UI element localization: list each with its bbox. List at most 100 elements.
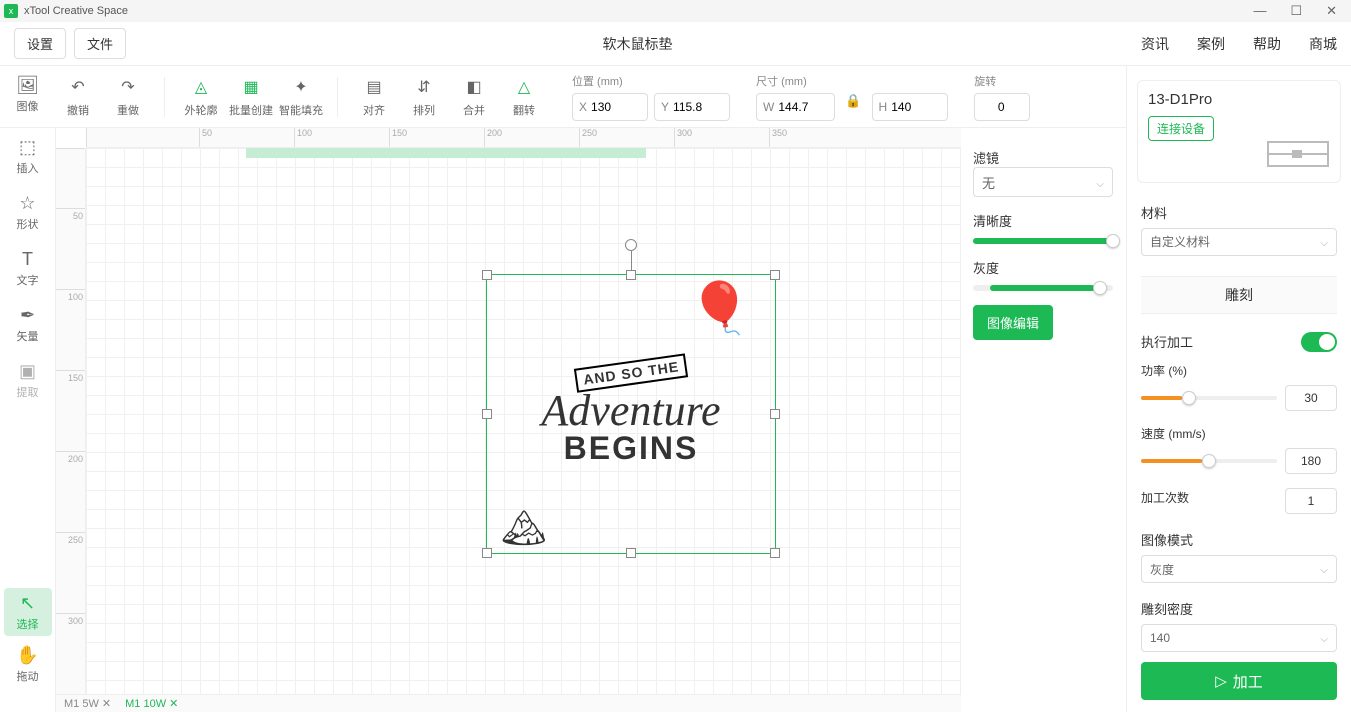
batch-button[interactable]: ▦批量创建 <box>229 76 273 118</box>
x-input[interactable]: X <box>572 93 648 121</box>
ruler-vertical: 50 100 150 200 250 300 <box>56 148 86 694</box>
text-icon: T <box>22 249 33 270</box>
speed-slider[interactable] <box>1141 459 1277 463</box>
settings-button[interactable]: 设置 <box>14 28 66 59</box>
selection-bounds[interactable]: 🎈 AND SO THE Adventure BEGINS 🏔 <box>486 274 776 554</box>
mountain-icon: 🏔 <box>501 507 547 549</box>
arrange-button[interactable]: ⇵排列 <box>402 76 446 118</box>
sidebar-extract[interactable]: ▣提取 <box>4 356 52 404</box>
align-button[interactable]: ▤对齐 <box>352 76 396 118</box>
power-slider[interactable] <box>1141 396 1277 400</box>
chevron-down-icon <box>1320 235 1328 249</box>
art-main-text: Adventure <box>541 391 720 431</box>
nav-news[interactable]: 资讯 <box>1141 34 1169 54</box>
resize-handle-s[interactable] <box>626 548 636 558</box>
arrange-icon: ⇵ <box>413 76 435 98</box>
canvas-artwork[interactable]: 🎈 AND SO THE Adventure BEGINS 🏔 <box>491 279 771 549</box>
hand-icon: ✋ <box>16 645 38 666</box>
tab-m1-5w[interactable]: M1 5W ✕ <box>64 697 111 710</box>
grayscale-slider[interactable] <box>973 285 1113 291</box>
sidebar-shape[interactable]: ☆形状 <box>4 188 52 236</box>
flip-icon: △ <box>513 76 535 98</box>
ruler-horizontal: 50 100 150 200 250 300 350 <box>86 128 961 148</box>
passes-value[interactable]: 1 <box>1285 488 1337 514</box>
art-sub-text: BEGINS <box>564 430 699 467</box>
resize-handle-sw[interactable] <box>482 548 492 558</box>
density-label: 雕刻密度 <box>1127 593 1351 624</box>
nav-help[interactable]: 帮助 <box>1253 34 1281 54</box>
speed-value[interactable]: 180 <box>1285 448 1337 474</box>
process-button[interactable]: ▷ 加工 <box>1141 662 1337 700</box>
resize-handle-se[interactable] <box>770 548 780 558</box>
app-icon: x <box>4 4 18 18</box>
file-button[interactable]: 文件 <box>74 28 126 59</box>
resize-handle-e[interactable] <box>770 409 780 419</box>
filter-label: 滤镜 <box>973 148 1113 167</box>
material-select[interactable]: 自定义材料 <box>1141 228 1337 256</box>
sharpness-slider[interactable] <box>973 238 1113 244</box>
sidebar-select[interactable]: ↖选择 <box>4 588 52 636</box>
combine-icon: ◧ <box>463 76 485 98</box>
w-input[interactable]: W <box>756 93 835 121</box>
cursor-icon: ↖ <box>20 593 35 614</box>
nav-store[interactable]: 商城 <box>1309 34 1337 54</box>
close-icon[interactable]: ✕ <box>1326 3 1337 19</box>
flip-button[interactable]: △翻转 <box>502 76 546 118</box>
engrave-tab[interactable]: 雕刻 <box>1141 276 1337 314</box>
grid-icon: ▦ <box>240 76 262 98</box>
power-value[interactable]: 30 <box>1285 385 1337 411</box>
image-adjust-panel: 滤镜 无 清晰度 灰度 图像编辑 <box>973 148 1113 340</box>
lock-icon[interactable]: 🔒 <box>841 93 865 121</box>
sidebar-insert[interactable]: ⬚插入 <box>4 132 52 180</box>
tab-m1-10w[interactable]: M1 10W ✕ <box>125 697 178 710</box>
speed-label: 速度 (mm/s) <box>1141 425 1337 442</box>
rotate-handle[interactable] <box>625 239 637 251</box>
connect-device-button[interactable]: 连接设备 <box>1148 116 1214 141</box>
filter-select[interactable]: 无 <box>973 167 1113 197</box>
canvas-area[interactable]: 50 100 150 200 250 300 350 50 100 150 20… <box>56 128 961 694</box>
process-label: 执行加工 <box>1141 332 1193 351</box>
insert-icon: ⬚ <box>19 137 36 158</box>
device-name: 13-D1Pro <box>1148 91 1330 108</box>
material-label: 材料 <box>1127 197 1351 228</box>
density-select[interactable]: 140 <box>1141 624 1337 652</box>
chevron-down-icon <box>1320 631 1328 645</box>
sidebar-drag[interactable]: ✋拖动 <box>4 640 52 688</box>
smartfill-button[interactable]: ✦智能填充 <box>279 76 323 118</box>
nav-cases[interactable]: 案例 <box>1197 34 1225 54</box>
undo-button[interactable]: ↶撤销 <box>56 76 100 118</box>
image-mode-select[interactable]: 灰度 <box>1141 555 1337 583</box>
work-area-highlight <box>246 148 646 158</box>
chevron-down-icon <box>1320 562 1328 576</box>
combine-button[interactable]: ◧合并 <box>452 76 496 118</box>
y-input[interactable]: Y <box>654 93 730 121</box>
chevron-down-icon <box>1096 175 1104 190</box>
redo-button[interactable]: ↷重做 <box>106 76 150 118</box>
outline-button[interactable]: ◬外轮廓 <box>179 76 223 118</box>
position-label: 位置 (mm) <box>572 73 730 89</box>
h-input[interactable]: H <box>872 93 949 121</box>
minimize-icon[interactable]: — <box>1253 3 1266 19</box>
undo-icon: ↶ <box>67 76 89 98</box>
window-titlebar: x xTool Creative Space — ☐ ✕ <box>0 0 1351 22</box>
resize-handle-ne[interactable] <box>770 270 780 280</box>
canvas-grid[interactable]: 🎈 AND SO THE Adventure BEGINS 🏔 <box>86 148 961 694</box>
align-icon: ▤ <box>363 76 385 98</box>
power-label: 功率 (%) <box>1141 362 1337 379</box>
right-panel: 13-D1Pro 连接设备 材料 自定义材料 雕刻 执行加工 功率 (%) 30… <box>1126 66 1351 712</box>
sharpness-label: 清晰度 <box>973 211 1113 230</box>
document-title: 软木鼠标垫 <box>134 34 1141 54</box>
sidebar-image[interactable]: 🖼图像 <box>4 70 52 118</box>
rotation-input[interactable] <box>974 93 1030 121</box>
play-icon: ▷ <box>1215 672 1227 690</box>
left-sidebar: 🖼图像 ⬚插入 ☆形状 T文字 ✒矢量 ▣提取 ↖选择 ✋拖动 <box>0 128 56 712</box>
image-edit-button[interactable]: 图像编辑 <box>973 305 1053 340</box>
size-label: 尺寸 (mm) <box>756 73 948 89</box>
sidebar-vector[interactable]: ✒矢量 <box>4 300 52 348</box>
image-icon: 🖼 <box>16 75 39 96</box>
device-card: 13-D1Pro 连接设备 <box>1137 80 1341 183</box>
process-toggle[interactable] <box>1301 332 1337 352</box>
sidebar-text[interactable]: T文字 <box>4 244 52 292</box>
rotation-label: 旋转 <box>974 73 1030 89</box>
maximize-icon[interactable]: ☐ <box>1290 3 1302 19</box>
